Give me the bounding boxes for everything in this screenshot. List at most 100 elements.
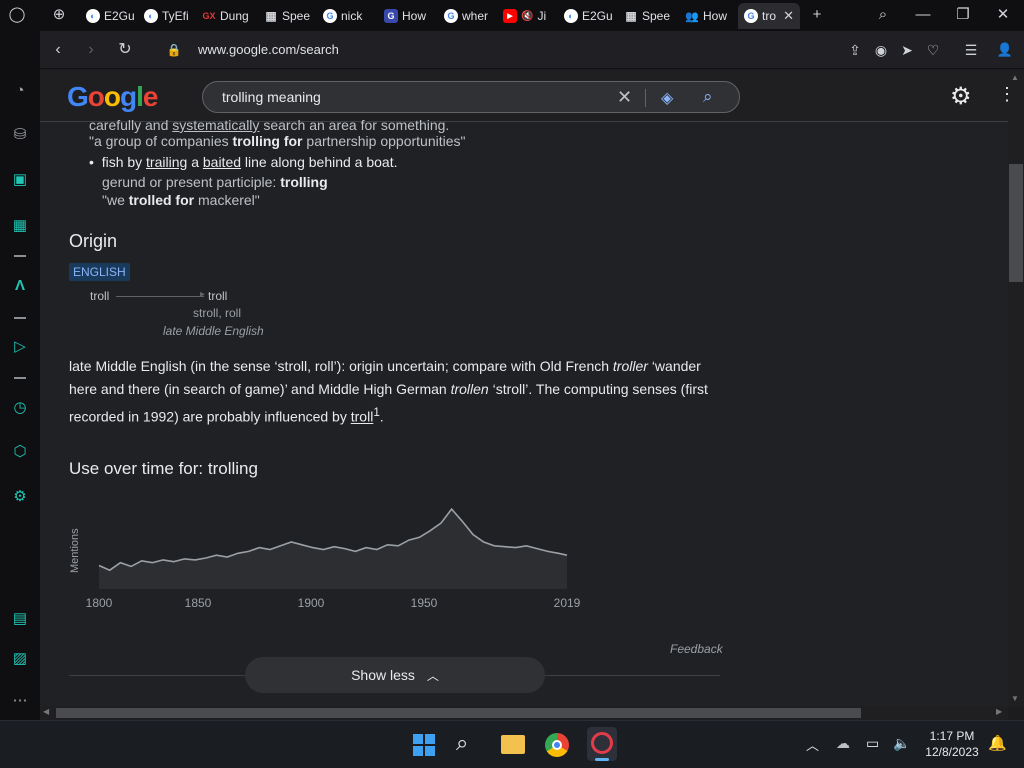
people-icon: 👥 — [685, 10, 699, 23]
scroll-left-icon[interactable]: ◀ — [43, 707, 49, 716]
opera-gx-icon: ◐ — [564, 9, 578, 23]
h-scroll-thumb[interactable] — [56, 708, 861, 718]
heart-icon[interactable]: ♡ — [923, 40, 943, 60]
address-bar: ‹ › ↻ 🔒 www.google.com/search ⇪ ◉ ➤ ♡ ☰ … — [40, 31, 1024, 69]
tab-1[interactable]: ◐ E2Gu — [86, 3, 138, 29]
windows-start-icon[interactable] — [413, 734, 435, 756]
tray-overflow-icon[interactable]: ︿ — [806, 735, 819, 754]
tab-9[interactable]: ◐ E2Gu — [564, 3, 616, 29]
extensions-icon[interactable]: ⬡ — [10, 442, 30, 462]
search-tabs-icon[interactable]: ⌕ — [874, 6, 892, 24]
apps-icon[interactable]: ⋮ — [998, 84, 1008, 105]
tab-3[interactable]: GX Dung — [202, 3, 254, 29]
tab-10[interactable]: ▦ Spee — [624, 3, 676, 29]
usage-heading: Use over time for: trolling — [69, 459, 258, 478]
cpu-icon[interactable]: ▦ — [10, 216, 30, 236]
volume-muted-icon[interactable]: 🔈 — [893, 735, 910, 752]
tab-12-active[interactable]: Gtro ✕ — [738, 3, 800, 29]
link-trailing[interactable]: trailing — [146, 154, 187, 170]
search-icon[interactable]: ⌕ — [703, 87, 713, 107]
forward-icon[interactable]: › — [81, 40, 101, 60]
scroll-right-icon[interactable]: ▶ — [996, 707, 1002, 716]
back-icon[interactable]: ‹ — [48, 40, 68, 60]
aria-icon[interactable]: Λ — [10, 276, 30, 296]
mute-icon[interactable]: 🔇 — [521, 11, 533, 22]
sidebar: ◔ ⛁ ▣ ▦ Λ ▷ ◷ ⬡ ⚙ ▤ ▨ ⋯ — [0, 31, 40, 720]
scroll-thumb[interactable] — [1009, 164, 1023, 282]
google-icon: G — [444, 9, 458, 23]
tab-label: Spee — [642, 9, 671, 23]
close-tab-icon[interactable]: ✕ — [783, 8, 794, 24]
search-input[interactable]: trolling meaning — [222, 89, 321, 105]
tab-label: Spee — [282, 9, 311, 23]
scroll-down-icon[interactable]: ▼ — [1011, 694, 1019, 703]
twitch-icon[interactable]: ▣ — [10, 170, 30, 190]
tab-6[interactable]: G How — [384, 3, 436, 29]
reload-icon[interactable]: ↻ — [115, 40, 135, 60]
camera-icon[interactable]: ◉ — [871, 40, 891, 60]
origin-sense: stroll, roll — [193, 306, 242, 320]
taskbar-search-icon[interactable]: ⌕ — [456, 730, 468, 756]
g-icon: G — [384, 9, 398, 23]
image-icon[interactable]: ▨ — [10, 649, 30, 669]
tab-label: Dung — [220, 9, 249, 23]
restore-icon[interactable]: ❐ — [954, 6, 972, 24]
url-field[interactable]: www.google.com/search — [198, 42, 339, 57]
link-baited[interactable]: baited — [203, 154, 241, 170]
opera-gx-logo-icon[interactable]: ◯ — [8, 6, 26, 24]
player-icon[interactable]: ▷ — [10, 337, 30, 357]
vertical-scrollbar[interactable]: ▲ ▼ — [1008, 70, 1024, 706]
google-logo[interactable]: Google — [67, 81, 158, 113]
scroll-up-icon[interactable]: ▲ — [1011, 73, 1019, 82]
tab-4[interactable]: ▦ Spee — [264, 3, 316, 29]
tab-11[interactable]: 👥 How — [685, 3, 737, 29]
profile-icon[interactable]: 👤 — [995, 40, 1015, 60]
feedback-link[interactable]: Feedback — [670, 642, 723, 656]
reader-icon[interactable]: ▤ — [10, 609, 30, 629]
gamepad-icon[interactable]: ⊕ — [50, 6, 68, 24]
text: search an area for something. — [263, 117, 450, 133]
settings-icon[interactable]: ⚙ — [10, 487, 30, 507]
clear-icon[interactable]: ✕ — [617, 87, 632, 108]
text: a — [191, 154, 199, 170]
onedrive-icon[interactable]: ☁ — [836, 735, 850, 752]
tab-8[interactable]: ▶ 🔇 Ji — [503, 3, 555, 29]
tab-5[interactable]: Gnick — [323, 3, 375, 29]
opera-gx-taskbar-item[interactable] — [587, 727, 617, 761]
more-icon[interactable]: ⋯ — [10, 691, 30, 711]
tab-2[interactable]: ◐ TyEfi — [144, 3, 196, 29]
close-window-icon[interactable]: ✕ — [994, 6, 1012, 24]
clock-date[interactable]: 12/8/2023 — [918, 745, 986, 759]
youtube-icon: ▶ — [503, 9, 517, 23]
share-icon[interactable]: ⇪ — [845, 40, 865, 60]
link-troll[interactable]: troll — [351, 409, 374, 425]
divider — [645, 89, 646, 107]
example-2: "we trolled for mackerel" — [102, 192, 260, 208]
speed-icon[interactable]: ◔ — [10, 81, 30, 101]
clock-time[interactable]: 1:17 PM — [918, 729, 986, 743]
gx-icon: GX — [202, 11, 216, 21]
easy-setup-icon[interactable]: ☰ — [961, 40, 981, 60]
minimize-icon[interactable]: — — [914, 6, 932, 24]
tab-label: How — [703, 9, 728, 23]
file-explorer-icon[interactable] — [501, 735, 525, 754]
tab-label: Ji — [537, 9, 547, 23]
search-box[interactable]: trolling meaning ✕ ◈ ⌕ — [202, 81, 740, 113]
send-icon[interactable]: ➤ — [897, 40, 917, 60]
link-systematically[interactable]: systematically — [172, 117, 259, 133]
google-icon: G — [323, 9, 337, 23]
chrome-icon[interactable] — [545, 733, 569, 757]
settings-gear-icon[interactable]: ⚙ — [950, 82, 972, 111]
new-tab-icon[interactable]: + — [808, 6, 826, 24]
show-less-button[interactable]: Show less ︿ — [245, 657, 545, 693]
text: "we — [102, 192, 125, 208]
active-indicator — [595, 758, 609, 761]
lens-icon[interactable]: ◈ — [661, 88, 673, 108]
notification-bell-icon[interactable]: 🔔 — [988, 734, 1007, 752]
shopping-icon[interactable]: ⛁ — [10, 125, 30, 145]
display-icon[interactable]: ▭ — [866, 735, 879, 752]
tab-7[interactable]: Gwher — [444, 3, 496, 29]
tab-label: wher — [462, 9, 489, 23]
history-icon[interactable]: ◷ — [10, 398, 30, 418]
horizontal-scrollbar[interactable]: ◀ ▶ — [40, 706, 1008, 720]
